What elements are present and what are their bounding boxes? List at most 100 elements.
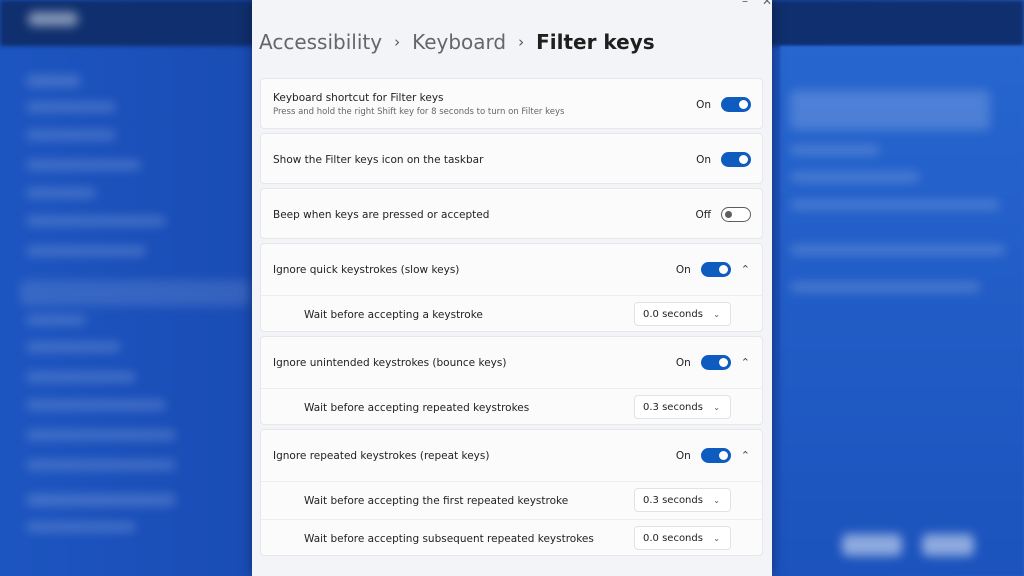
slow-keys-card: Ignore quick keystrokes (slow keys) On ⌃… (260, 243, 763, 332)
chevron-up-icon[interactable]: ⌃ (741, 356, 750, 369)
dropdown-value: 0.3 seconds (643, 494, 703, 506)
background-blur (790, 282, 980, 292)
setting-label: Keyboard shortcut for Filter keys (273, 92, 444, 104)
setting-text: Ignore repeated keystrokes (repeat keys) (273, 450, 489, 462)
bounce-keys-wait-dropdown[interactable]: 0.3 seconds ⌄ (634, 395, 731, 419)
window-controls: – ✕ (742, 0, 772, 8)
setting-row-repeat-keys-first: Wait before accepting the first repeated… (261, 481, 762, 519)
setting-label: Show the Filter keys icon on the taskbar (273, 153, 484, 166)
background-blur (922, 534, 974, 556)
slow-keys-toggle[interactable] (700, 262, 731, 277)
repeat-keys-card: Ignore repeated keystrokes (repeat keys)… (260, 429, 763, 556)
background-blur (26, 430, 176, 440)
setting-text: Wait before accepting repeated keystroke… (304, 402, 529, 414)
setting-row-bounce-keys-wait: Wait before accepting repeated keystroke… (261, 388, 762, 426)
setting-row-slow-keys-wait: Wait before accepting a keystroke 0.0 se… (261, 295, 762, 333)
close-button[interactable]: ✕ (762, 0, 772, 8)
slow-keys-wait-dropdown[interactable]: 0.0 seconds ⌄ (634, 302, 731, 326)
setting-label: Wait before accepting repeated keystroke… (304, 401, 530, 414)
setting-label: Wait before accepting the first repeated… (304, 494, 569, 507)
bounce-keys-toggle[interactable] (700, 355, 731, 370)
toggle-group: On ⌃ (675, 448, 750, 463)
dropdown-value: 0.3 seconds (643, 401, 703, 413)
setting-text: Wait before accepting a keystroke (304, 309, 483, 321)
chevron-up-icon[interactable]: ⌃ (741, 263, 750, 276)
chevron-down-icon: ⌄ (713, 402, 720, 412)
repeat-keys-first-dropdown[interactable]: 0.3 seconds ⌄ (634, 488, 731, 512)
background-blur (790, 200, 1000, 210)
setting-label: Wait before accepting a keystroke (304, 308, 483, 321)
toggle-group: On (695, 152, 751, 167)
setting-description: Press and hold the right Shift key for 8… (273, 107, 565, 117)
background-blur (26, 216, 166, 226)
setting-label: Ignore repeated keystrokes (repeat keys) (273, 449, 490, 462)
setting-label: Ignore unintended keystrokes (bounce key… (273, 356, 507, 369)
background-blur (790, 245, 1005, 255)
toggle-state-label: Off (695, 208, 712, 221)
setting-row-taskbar-icon: Show the Filter keys icon on the taskbar… (261, 134, 762, 185)
beep-card: Beep when keys are pressed or accepted O… (260, 188, 763, 239)
toggle-group: Off (695, 207, 751, 222)
taskbar-icon-card: Show the Filter keys icon on the taskbar… (260, 133, 763, 184)
background-blur (790, 145, 880, 155)
chevron-right-icon: › (394, 33, 401, 51)
background-blur (26, 342, 121, 352)
setting-text: Keyboard shortcut for Filter keys Press … (273, 92, 564, 117)
setting-row-beep: Beep when keys are pressed or accepted O… (261, 189, 762, 240)
breadcrumb-accessibility[interactable]: Accessibility (259, 30, 382, 54)
background-blur (26, 494, 176, 506)
setting-row-slow-keys[interactable]: Ignore quick keystrokes (slow keys) On ⌃ (261, 244, 762, 295)
toggle-state-label: On (696, 153, 711, 166)
setting-row-shortcut: Keyboard shortcut for Filter keys Press … (261, 79, 762, 130)
chevron-down-icon: ⌄ (713, 495, 720, 505)
background-blur (842, 534, 902, 556)
setting-label: Ignore quick keystrokes (slow keys) (273, 263, 460, 276)
setting-text: Wait before accepting subsequent repeate… (304, 533, 594, 545)
toggle-state-label: On (675, 263, 691, 276)
repeat-keys-subsequent-dropdown[interactable]: 0.0 seconds ⌄ (634, 526, 731, 550)
setting-text: Show the Filter keys icon on the taskbar (273, 154, 483, 166)
background-blur (26, 400, 166, 410)
shortcut-toggle[interactable] (721, 97, 751, 112)
dropdown-value: 0.0 seconds (643, 532, 703, 544)
beep-toggle[interactable] (721, 207, 751, 222)
setting-text: Ignore quick keystrokes (slow keys) (273, 264, 459, 276)
background-blur (20, 280, 250, 306)
dropdown-value: 0.0 seconds (643, 308, 703, 320)
settings-window: – ✕ Accessibility › Keyboard › Filter ke… (252, 0, 772, 576)
background-blur (26, 522, 136, 532)
background-blur (26, 372, 136, 382)
setting-text: Ignore unintended keystrokes (bounce key… (273, 357, 506, 369)
setting-text: Wait before accepting the first repeated… (304, 495, 568, 507)
background-blur (26, 460, 176, 470)
background-blur (26, 130, 116, 140)
taskbar-icon-toggle[interactable] (721, 152, 751, 167)
chevron-right-icon: › (518, 33, 525, 51)
bounce-keys-card: Ignore unintended keystrokes (bounce key… (260, 336, 763, 425)
background-blur (26, 246, 146, 256)
background-blur (790, 172, 920, 182)
chevron-down-icon: ⌄ (713, 309, 720, 319)
background-blur (26, 102, 116, 112)
toggle-group: On ⌃ (675, 355, 750, 370)
setting-row-bounce-keys[interactable]: Ignore unintended keystrokes (bounce key… (261, 337, 762, 388)
background-blur (26, 160, 141, 170)
background-blur (28, 12, 78, 26)
setting-text: Beep when keys are pressed or accepted (273, 209, 489, 221)
background-blur (26, 75, 81, 87)
setting-label: Wait before accepting subsequent repeate… (304, 532, 594, 545)
setting-row-repeat-keys-subsequent: Wait before accepting subsequent repeate… (261, 519, 762, 557)
minimize-button[interactable]: – (742, 0, 748, 8)
background-blur (26, 315, 86, 325)
repeat-keys-toggle[interactable] (700, 448, 731, 463)
toggle-group: On ⌃ (675, 262, 750, 277)
setting-label: Beep when keys are pressed or accepted (273, 208, 490, 221)
setting-row-repeat-keys[interactable]: Ignore repeated keystrokes (repeat keys)… (261, 430, 762, 481)
toggle-group: On (695, 97, 751, 112)
breadcrumb-keyboard[interactable]: Keyboard (412, 30, 506, 54)
shortcut-card: Keyboard shortcut for Filter keys Press … (260, 78, 763, 129)
breadcrumb: Accessibility › Keyboard › Filter keys (259, 27, 655, 57)
chevron-up-icon[interactable]: ⌃ (741, 449, 750, 462)
background-blur (26, 188, 96, 198)
toggle-state-label: On (675, 356, 691, 369)
